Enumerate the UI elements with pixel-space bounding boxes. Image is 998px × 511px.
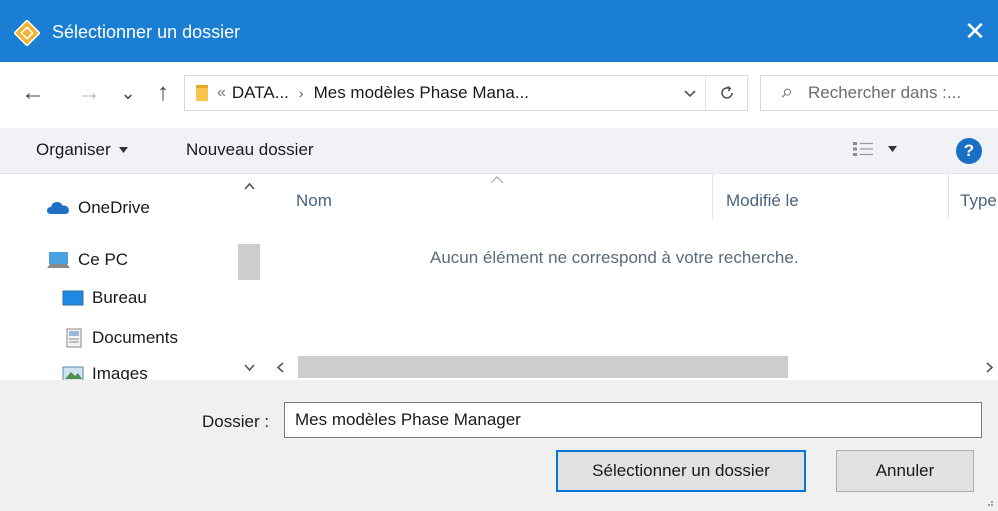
search-box[interactable] [760,75,998,111]
caret-down-icon [118,147,128,153]
scrollbar-thumb[interactable] [298,356,788,378]
command-toolbar: Organiser Nouveau dossier ? [0,128,998,174]
navigation-pane: OneDrive Ce PC Bureau Documents Images [0,174,262,380]
forward-button[interactable]: → [74,76,104,110]
new-folder-button[interactable]: Nouveau dossier [186,140,314,160]
sort-ascending-icon [490,176,504,184]
app-icon [14,20,40,46]
sidebar-item-ce-pc[interactable]: Ce PC [46,250,128,270]
address-dropdown-icon[interactable] [681,84,699,102]
details-view-icon [853,142,873,156]
empty-results-message: Aucun élément ne correspond à votre rech… [430,248,799,267]
sidebar-item-bureau[interactable]: Bureau [62,288,147,308]
navigation-pane-scrollbar[interactable] [236,174,262,380]
sidebar-item-onedrive[interactable]: OneDrive [46,198,150,218]
breadcrumb-overflow[interactable]: « [217,84,226,102]
back-button[interactable]: ← [18,76,48,110]
resize-grip-icon[interactable] [984,497,994,507]
breadcrumb-current[interactable]: Mes modèles Phase Mana... [314,83,529,103]
close-button[interactable]: ✕ [952,0,998,62]
caret-down-icon [888,146,897,152]
column-divider[interactable] [948,174,949,220]
scroll-right-icon[interactable] [986,362,994,373]
arrow-right-icon: → [77,79,101,106]
sidebar-item-label: Ce PC [78,250,129,269]
refresh-button[interactable] [705,76,747,110]
change-view-button[interactable] [852,140,897,158]
help-button[interactable]: ? [956,138,982,164]
folder-label: Dossier : [202,412,270,431]
file-list-horizontal-scrollbar[interactable] [262,354,998,380]
organize-label: Organiser [36,140,111,159]
arrow-up-icon: ↑ [157,79,169,106]
sidebar-item-documents[interactable]: Documents [64,328,178,348]
chevron-down-icon: ⌄ [120,82,136,103]
address-bar[interactable]: « DATA... › Mes modèles Phase Mana... [184,75,748,111]
documents-icon [66,328,82,348]
select-folder-button[interactable]: Sélectionner un dossier [556,450,806,492]
column-header-modified[interactable]: Modifié le [726,174,799,228]
column-divider[interactable] [712,174,713,220]
arrow-left-icon: ← [21,79,45,106]
scroll-down-icon[interactable] [244,364,255,372]
folder-name-input[interactable] [284,402,982,438]
refresh-icon [720,85,733,99]
sidebar-item-label: Documents [92,328,178,347]
sidebar-item-label: Images [92,364,148,380]
column-header-type[interactable]: Type [960,174,997,228]
scroll-left-icon[interactable] [276,362,284,373]
folder-icon [196,85,208,101]
window-title: Sélectionner un dossier [52,22,241,42]
onedrive-icon [47,202,69,214]
column-header-name[interactable]: Nom [296,174,332,228]
cancel-button[interactable]: Annuler [836,450,974,492]
title-bar: Sélectionner un dossier ✕ [0,0,998,62]
sidebar-item-images[interactable]: Images [62,364,148,380]
dialog-footer: Dossier : Sélectionner un dossier Annule… [0,380,998,511]
help-icon: ? [963,141,975,160]
up-button[interactable]: ↑ [150,76,176,110]
images-icon [62,366,84,380]
search-input[interactable] [808,83,998,103]
scrollbar-thumb[interactable] [238,244,260,280]
sidebar-item-label: Bureau [92,288,147,307]
sidebar-item-label: OneDrive [78,198,150,217]
breadcrumb-parent[interactable]: DATA... [232,83,289,103]
file-list-pane: Nom Modifié le Type Aucun élément ne cor… [262,174,998,380]
close-icon: ✕ [964,15,986,46]
desktop-icon [62,290,84,306]
recent-locations-button[interactable]: ⌄ [118,76,138,110]
scroll-up-icon[interactable] [244,182,255,190]
breadcrumb-separator[interactable]: › [299,85,304,101]
computer-icon [47,252,70,268]
organize-menu-button[interactable]: Organiser [36,140,128,160]
navigation-bar: ← → ⌄ ↑ « DATA... › Mes modèles Phase Ma… [0,62,998,128]
search-icon [781,88,791,98]
